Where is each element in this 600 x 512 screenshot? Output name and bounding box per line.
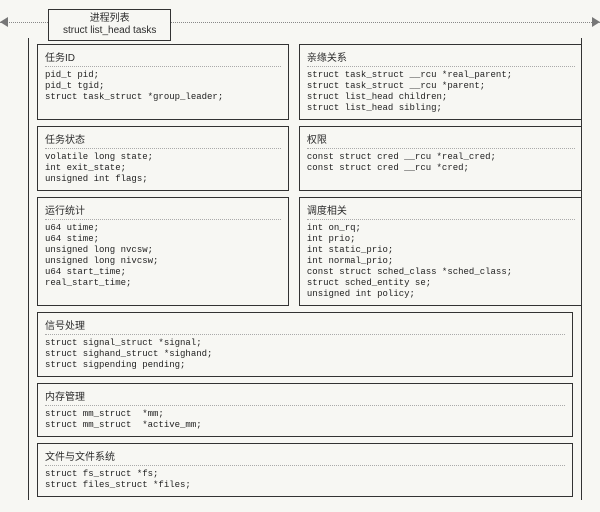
row-4: 信号处理 struct signal_struct *signal; struc… <box>37 312 573 377</box>
box-mm: 内存管理 struct mm_struct *mm; struct mm_str… <box>37 383 573 437</box>
box-title: 调度相关 <box>307 202 575 220</box>
box-title: 文件与文件系统 <box>45 448 565 466</box>
box-code: struct mm_struct *mm; struct mm_struct *… <box>45 409 565 431</box>
list-arrow-left-icon <box>0 17 8 27</box>
row-1: 任务ID pid_t pid; pid_t tgid; struct task_… <box>37 44 573 120</box>
box-title: 任务ID <box>45 49 281 67</box>
box-code: u64 utime; u64 stime; unsigned long nvcs… <box>45 223 281 289</box>
box-title: 内存管理 <box>45 388 565 406</box>
box-code: volatile long state; int exit_state; uns… <box>45 152 281 185</box>
list-arrow-right-icon <box>592 17 600 27</box>
box-code: struct fs_struct *fs; struct files_struc… <box>45 469 565 491</box>
box-title: 权限 <box>307 131 575 149</box>
struct-body: 任务ID pid_t pid; pid_t tgid; struct task_… <box>28 38 582 500</box>
box-title: 运行统计 <box>45 202 281 220</box>
row-6: 文件与文件系统 struct fs_struct *fs; struct fil… <box>37 443 573 497</box>
box-code: pid_t pid; pid_t tgid; struct task_struc… <box>45 70 281 103</box>
row-3: 运行统计 u64 utime; u64 stime; unsigned long… <box>37 197 573 306</box>
box-code: int on_rq; int prio; int static_prio; in… <box>307 223 575 300</box>
box-fs: 文件与文件系统 struct fs_struct *fs; struct fil… <box>37 443 573 497</box>
row-2: 任务状态 volatile long state; int exit_state… <box>37 126 573 191</box>
box-title: 任务状态 <box>45 131 281 149</box>
box-stats: 运行统计 u64 utime; u64 stime; unsigned long… <box>37 197 289 306</box>
box-code: const struct cred __rcu *real_cred; cons… <box>307 152 575 174</box>
box-title: 信号处理 <box>45 317 565 335</box>
header-title-cn: 进程列表 <box>63 13 156 25</box>
header-box: 进程列表 struct list_head tasks <box>48 9 171 41</box>
diagram-root: 进程列表 struct list_head tasks 任务ID pid_t p… <box>0 0 600 512</box>
box-code: struct task_struct __rcu *real_parent; s… <box>307 70 575 114</box>
box-signal: 信号处理 struct signal_struct *signal; struc… <box>37 312 573 377</box>
box-sched: 调度相关 int on_rq; int prio; int static_pri… <box>299 197 582 306</box>
box-task-id: 任务ID pid_t pid; pid_t tgid; struct task_… <box>37 44 289 120</box>
header-title-code: struct list_head tasks <box>63 25 156 37</box>
box-title: 亲缘关系 <box>307 49 575 67</box>
row-5: 内存管理 struct mm_struct *mm; struct mm_str… <box>37 383 573 437</box>
box-task-state: 任务状态 volatile long state; int exit_state… <box>37 126 289 191</box>
box-code: struct signal_struct *signal; struct sig… <box>45 338 565 371</box>
box-kinship: 亲缘关系 struct task_struct __rcu *real_pare… <box>299 44 582 120</box>
box-cred: 权限 const struct cred __rcu *real_cred; c… <box>299 126 582 191</box>
